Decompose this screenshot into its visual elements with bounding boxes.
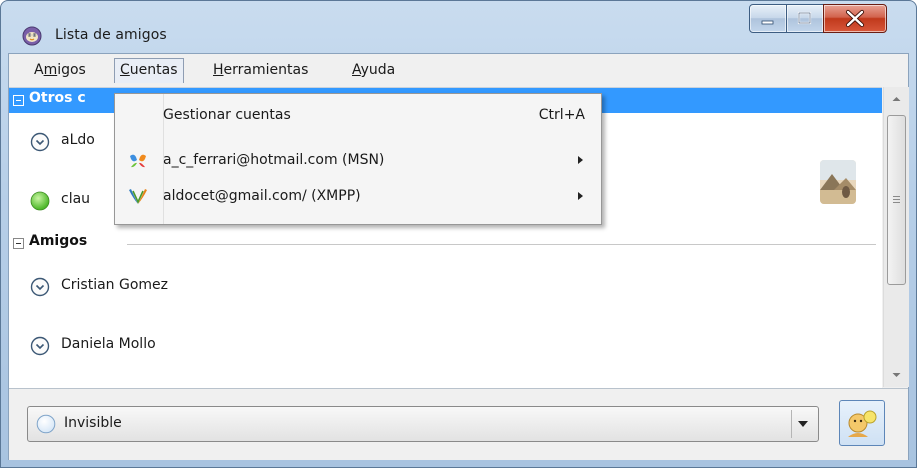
status-bar: Invisible xyxy=(9,388,908,460)
buddy-icon-button[interactable] xyxy=(839,400,885,446)
scroll-thumb[interactable] xyxy=(887,115,906,285)
menu-item-shortcut: Ctrl+A xyxy=(538,107,585,123)
away-status-icon xyxy=(30,277,50,297)
vertical-scrollbar[interactable] xyxy=(883,87,909,387)
minimize-icon xyxy=(761,20,774,25)
app-window: Lista de amigos Amigos Cuentas Herramien… xyxy=(0,0,917,468)
menu-cuentas[interactable]: Cuentas xyxy=(114,58,184,83)
available-status-icon xyxy=(30,191,50,211)
menu-item-label: a_c_ferrari@hotmail.com (MSN) xyxy=(163,152,385,168)
menu-item-xmpp-account[interactable]: aldocet@gmail.com/ (XMPP) xyxy=(115,179,601,213)
contact-name: Cristian Gomez xyxy=(61,277,169,293)
group-name: Amigos xyxy=(29,233,88,249)
xmpp-icon xyxy=(129,189,147,204)
avatar-image xyxy=(820,160,856,204)
minimize-button[interactable] xyxy=(749,4,787,33)
away-status-icon xyxy=(30,336,50,356)
contact-row[interactable]: Cristian Gomez xyxy=(9,258,882,316)
collapse-icon[interactable] xyxy=(13,238,24,249)
grip-line xyxy=(893,199,900,200)
submenu-arrow-icon xyxy=(578,156,583,164)
away-status-icon xyxy=(30,132,50,152)
scroll-up-icon[interactable] xyxy=(884,89,909,109)
menu-amigos[interactable]: Amigos xyxy=(29,58,91,82)
status-text: Invisible xyxy=(64,415,122,431)
contact-name: clau xyxy=(61,191,91,207)
combo-separator xyxy=(791,410,792,438)
buddy-avatar xyxy=(820,160,856,204)
chevron-down-icon[interactable] xyxy=(798,421,808,427)
msn-butterfly-icon xyxy=(130,154,146,168)
maximize-icon xyxy=(797,11,812,25)
submenu-arrow-icon xyxy=(578,192,583,200)
contact-row[interactable]: Daniela Mollo xyxy=(9,317,882,375)
invisible-status-icon xyxy=(36,414,56,434)
window-title: Lista de amigos xyxy=(55,27,167,43)
scroll-down-icon[interactable] xyxy=(884,365,909,385)
group-divider xyxy=(127,244,876,245)
grip-line xyxy=(893,202,900,203)
close-icon xyxy=(845,9,865,28)
title-bar[interactable]: Lista de amigos xyxy=(1,1,916,53)
collapse-icon[interactable] xyxy=(13,95,24,106)
menu-item-label: Gestionar cuentas xyxy=(163,107,291,123)
close-button[interactable] xyxy=(823,4,887,33)
menu-bar: Amigos Cuentas Herramientas Ayuda xyxy=(9,54,908,86)
maximize-button[interactable] xyxy=(786,4,824,33)
contact-name: Daniela Mollo xyxy=(61,336,156,352)
contact-name: aLdo xyxy=(61,132,95,148)
menu-herramientas[interactable]: Herramientas xyxy=(208,58,313,82)
group-name: Otros c xyxy=(29,90,86,106)
group-row-amigos[interactable]: Amigos xyxy=(9,231,882,256)
menu-item-msn-account[interactable]: a_c_ferrari@hotmail.com (MSN) xyxy=(115,143,601,177)
menu-item-gestionar-cuentas[interactable]: Gestionar cuentas Ctrl+A xyxy=(115,98,601,132)
menu-ayuda[interactable]: Ayuda xyxy=(347,58,400,82)
grip-line xyxy=(893,196,900,197)
pidgin-app-icon xyxy=(22,26,42,46)
menu-item-label: aldocet@gmail.com/ (XMPP) xyxy=(163,188,361,204)
status-selector[interactable]: Invisible xyxy=(27,406,819,442)
cuentas-dropdown-menu: Gestionar cuentas Ctrl+A a_c_ferrari@hot… xyxy=(114,93,602,225)
buddy-icon xyxy=(848,410,877,437)
